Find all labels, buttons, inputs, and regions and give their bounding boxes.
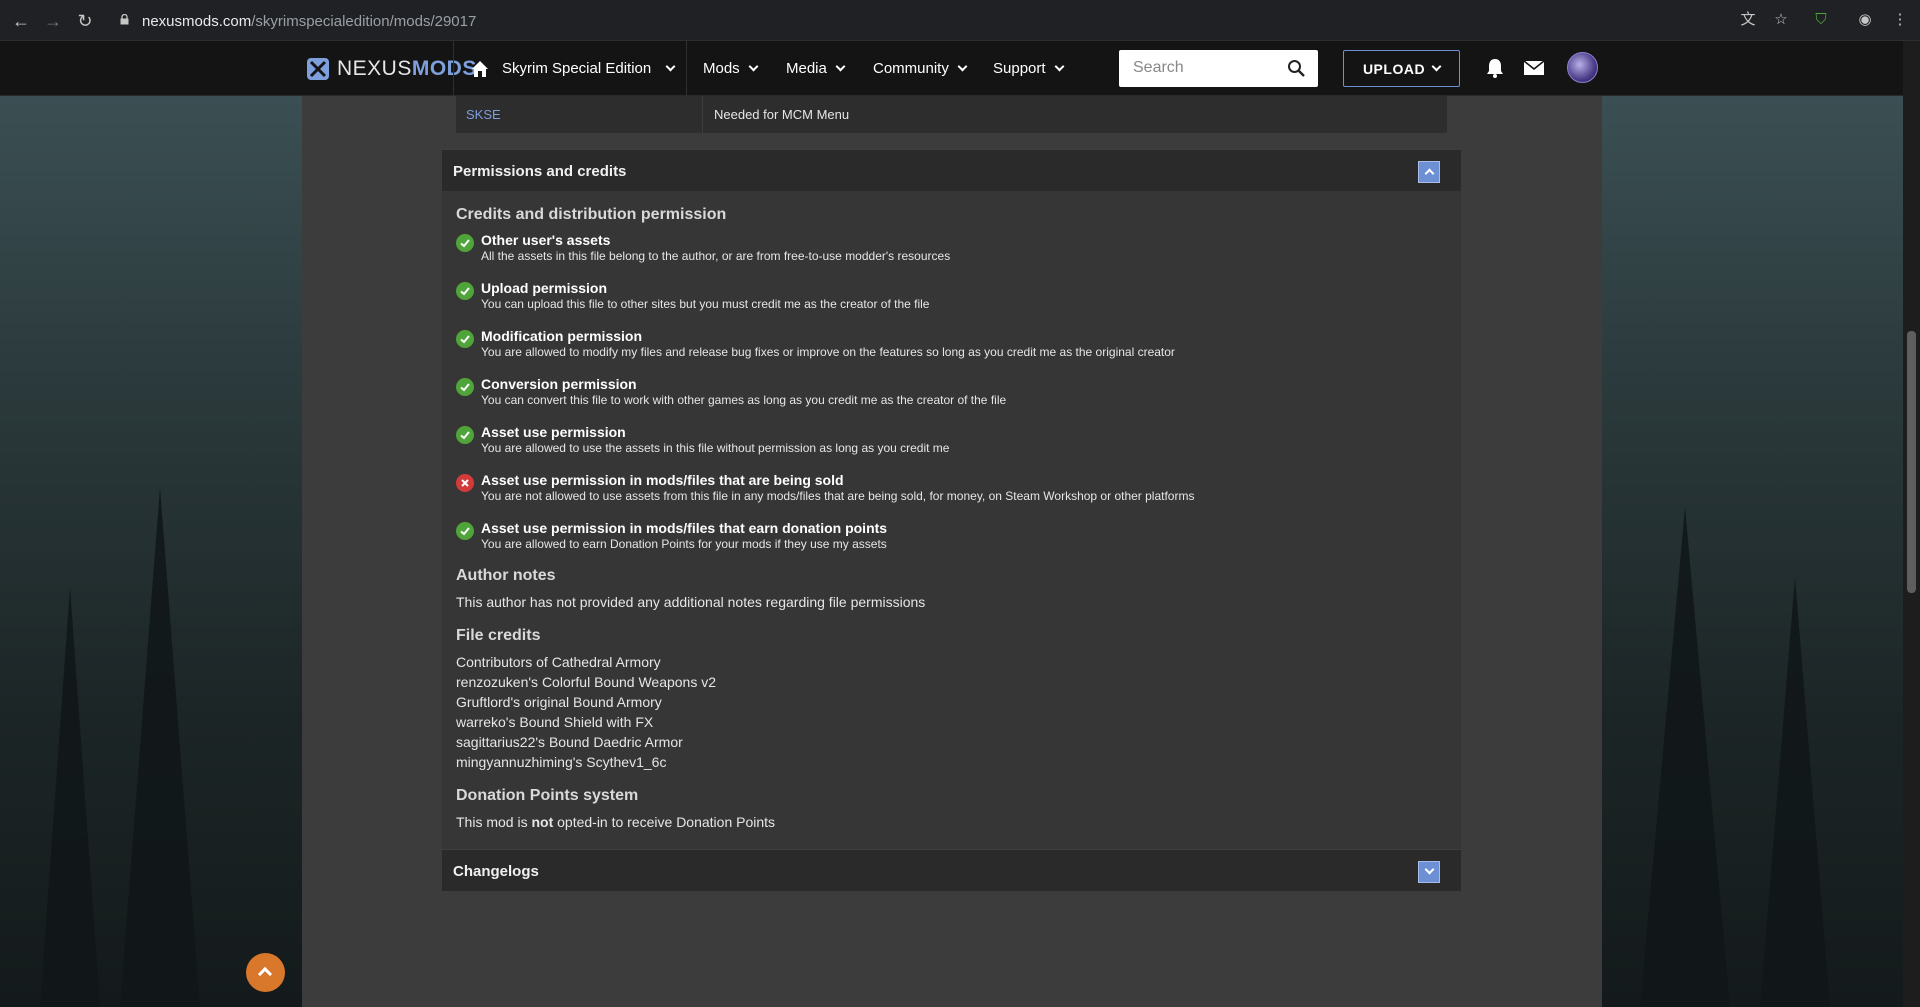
file-credit-item: renzozuken's Colorful Bound Weapons v2	[456, 674, 717, 690]
permission-title: Other user's assets	[481, 232, 611, 248]
chevron-down-icon	[665, 61, 676, 71]
game-selector[interactable]: Skyrim Special Edition	[470, 41, 676, 96]
changelogs-title: Changelogs	[453, 863, 539, 880]
avatar[interactable]	[1567, 52, 1598, 83]
bell-icon[interactable]	[1484, 57, 1506, 79]
chevron-up-icon	[257, 966, 273, 982]
divider	[686, 41, 687, 96]
nexus-logo-icon	[307, 58, 329, 80]
author-notes-heading: Author notes	[456, 567, 556, 584]
permission-description: All the assets in this file belong to th…	[481, 249, 951, 263]
check-icon	[456, 282, 474, 300]
requirement-name-cell: SKSE	[456, 96, 703, 133]
search-input[interactable]	[1133, 59, 1283, 77]
check-icon	[456, 330, 474, 348]
permission-description: You are not allowed to use assets from t…	[481, 489, 1195, 503]
nav-support[interactable]: Support	[993, 41, 1064, 96]
game-name: Skyrim Special Edition	[502, 60, 652, 77]
url-text: nexusmods.com/skyrimspecialedition/mods/…	[142, 13, 477, 30]
forward-icon[interactable]: →	[42, 10, 64, 32]
requirement-notes: Needed for MCM Menu	[714, 107, 850, 122]
file-credits-heading: File credits	[456, 627, 541, 644]
chevron-down-icon	[748, 61, 759, 71]
expand-button[interactable]	[1418, 861, 1440, 883]
scroll-to-top-button[interactable]	[246, 953, 285, 992]
page-scrollbar[interactable]	[1903, 41, 1920, 1007]
permission-description: You are allowed to modify my files and r…	[481, 345, 1175, 359]
lock-icon	[120, 14, 129, 25]
more-menu-icon[interactable]: ⋮	[1890, 10, 1910, 30]
file-credit-item: Contributors of Cathedral Armory	[456, 654, 661, 670]
permission-title: Asset use permission in mods/files that …	[481, 472, 844, 488]
credits-heading: Credits and distribution permission	[456, 206, 727, 223]
mail-icon[interactable]	[1523, 57, 1545, 79]
donation-text: This mod is not opted-in to receive Dona…	[456, 814, 776, 830]
check-icon	[456, 522, 474, 540]
search-icon[interactable]	[1287, 59, 1306, 78]
requirement-link-skse[interactable]: SKSE	[466, 107, 501, 122]
chevron-down-icon	[1054, 61, 1064, 71]
requirements-table-row: SKSE Needed for MCM Menu	[456, 96, 1447, 133]
address-bar[interactable]: nexusmods.com/skyrimspecialedition/mods/…	[108, 6, 1748, 36]
permission-description: You can convert this file to work with o…	[481, 393, 1007, 407]
nav-mods[interactable]: Mods	[703, 41, 759, 96]
nav-community[interactable]: Community	[873, 41, 968, 96]
scrollbar-thumb[interactable]	[1907, 331, 1916, 593]
permission-title: Asset use permission	[481, 424, 626, 440]
permission-title: Upload permission	[481, 280, 608, 296]
author-notes-text: This author has not provided any additio…	[456, 594, 926, 610]
file-credit-item: Gruftlord's original Bound Armory	[456, 694, 662, 710]
permission-description: You can upload this file to other sites …	[481, 297, 930, 311]
bookmark-star-icon[interactable]: ☆	[1771, 10, 1791, 30]
collapse-button[interactable]	[1418, 161, 1440, 183]
check-icon	[456, 426, 474, 444]
file-credit-item: sagittarius22's Bound Daedric Armor	[456, 734, 683, 750]
nexusmods-logo[interactable]: NEXUS MODS	[305, 55, 477, 83]
check-icon	[456, 234, 474, 252]
upload-button[interactable]: UPLOAD	[1343, 50, 1460, 87]
chevron-up-icon	[1424, 168, 1435, 179]
check-icon	[456, 378, 474, 396]
permission-title: Modification permission	[481, 328, 643, 344]
browser-toolbar: ← → ↻ nexusmods.com/skyrimspecialedition…	[0, 0, 1920, 41]
chevron-down-icon	[1424, 864, 1435, 875]
permission-title: Asset use permission in mods/files that …	[481, 520, 888, 536]
chevron-down-icon	[835, 61, 846, 71]
back-icon[interactable]: ←	[10, 10, 32, 32]
home-icon	[472, 60, 488, 77]
permissions-title: Permissions and credits	[453, 163, 627, 180]
translate-icon[interactable]: 文	[1738, 10, 1758, 30]
profile-icon[interactable]: ◉	[1855, 10, 1875, 30]
file-credit-item: warreko's Bound Shield with FX	[456, 714, 654, 730]
cross-icon	[456, 474, 474, 492]
permission-description: You are allowed to use the assets in thi…	[481, 441, 950, 455]
shield-extension-icon[interactable]: ⛉	[1811, 10, 1831, 30]
reload-icon[interactable]: ↻	[74, 10, 96, 32]
permissions-accordion-header[interactable]: Permissions and credits	[442, 149, 1461, 191]
search-field[interactable]	[1119, 50, 1318, 87]
divider	[453, 41, 454, 96]
permission-description: You are allowed to earn Donation Points …	[481, 537, 887, 551]
chevron-down-icon	[957, 61, 968, 71]
file-credit-item: mingyannuzhiming's Scythev1_6c	[456, 754, 667, 770]
changelogs-accordion-header[interactable]: Changelogs	[442, 849, 1461, 891]
nav-media[interactable]: Media	[786, 41, 846, 96]
chevron-down-icon	[1431, 61, 1442, 71]
permission-title: Conversion permission	[481, 376, 637, 392]
site-header: NEXUS MODS Skyrim Special Edition Mods Me…	[0, 41, 1920, 96]
donation-heading: Donation Points system	[456, 787, 639, 804]
